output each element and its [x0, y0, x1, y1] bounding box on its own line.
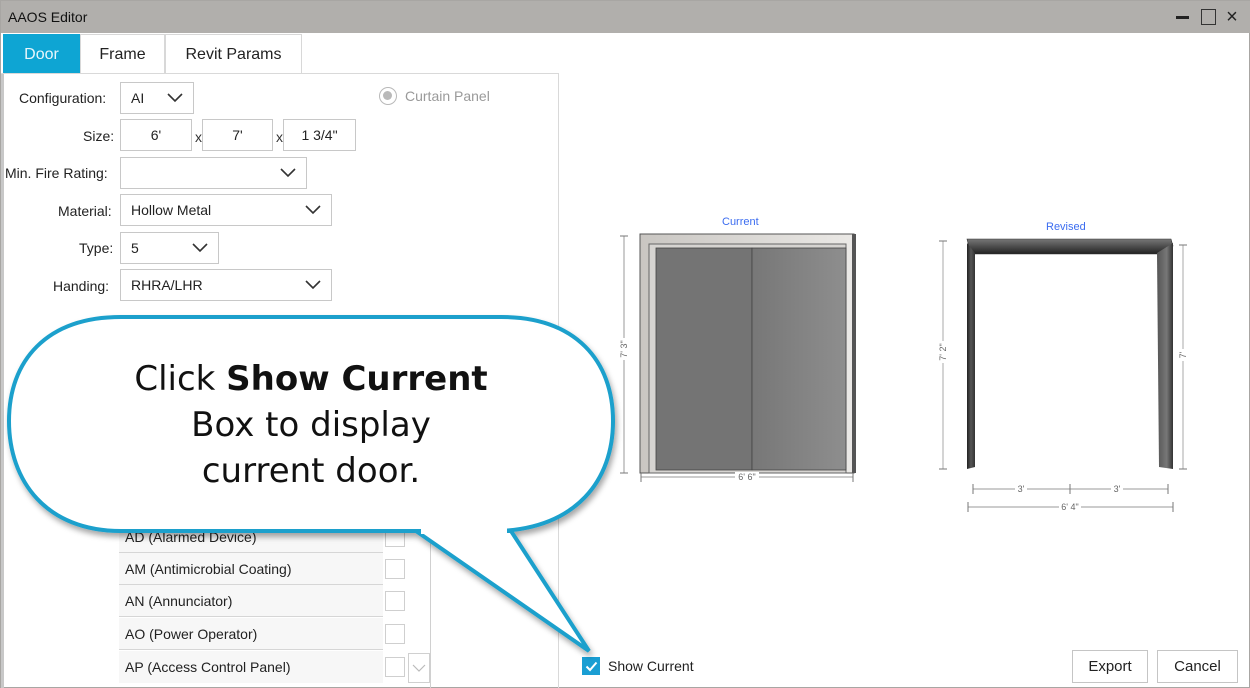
chevron-down-icon — [305, 205, 321, 215]
current-door-drawing: 7' 3" 6' 6" — [619, 233, 856, 482]
min-fire-rating-label: Min. Fire Rating: — [5, 165, 108, 181]
revised-frame-head — [966, 238, 1174, 255]
configuration-label: Configuration: — [19, 90, 107, 106]
callout-text: Click Show Current Box to display curren… — [41, 356, 581, 494]
callout-line-2: Box to display — [191, 405, 431, 445]
chevron-down-icon — [305, 280, 321, 290]
configuration-dropdown[interactable]: AI — [120, 82, 194, 114]
type-value: 5 — [131, 240, 139, 256]
size-label: Size: — [83, 128, 115, 144]
curtain-panel-radio[interactable]: Curtain Panel — [379, 87, 490, 105]
min-fire-rating-dropdown[interactable] — [120, 157, 307, 189]
revised-frame-jamb-left — [967, 243, 975, 469]
current-door-leaf-right — [751, 247, 847, 471]
size-height-input[interactable]: 7' — [202, 119, 273, 151]
callout-line-1: Click Show Current — [41, 356, 581, 402]
handing-value: RHRA/LHR — [131, 277, 203, 293]
material-label: Material: — [58, 203, 112, 219]
cancel-button[interactable]: Cancel — [1157, 650, 1238, 683]
export-button[interactable]: Export — [1072, 650, 1148, 683]
size-separator: x — [195, 129, 202, 145]
revised-leaf-width-dimension: 3' — [1114, 484, 1121, 494]
tab-revit-params[interactable]: Revit Params — [165, 34, 302, 73]
maximize-icon[interactable] — [1198, 7, 1218, 27]
material-value: Hollow Metal — [131, 202, 212, 218]
revised-frame-jamb-right — [1157, 243, 1173, 469]
handing-label: Handing: — [53, 278, 110, 294]
callout-line-3: current door. — [201, 451, 421, 491]
callout-prefix: Click — [134, 359, 227, 399]
revised-frame-drawing: 7' 2" 7' 3' 3' 6' 4" — [938, 238, 1188, 512]
chevron-down-icon — [167, 93, 183, 103]
tab-frame[interactable]: Frame — [80, 34, 165, 73]
current-door-leaf-left — [655, 247, 753, 471]
material-dropdown[interactable]: Hollow Metal — [120, 194, 332, 226]
revised-outer-height-dimension: 7' 2" — [938, 343, 948, 360]
handing-dropdown[interactable]: RHRA/LHR — [120, 269, 332, 301]
list-item-label: AP (Access Control Panel) — [125, 659, 291, 675]
tab-bar: Door Frame Revit Params — [3, 34, 302, 73]
aaos-editor-window: AAOS Editor × Door Frame Revit Params Co… — [0, 0, 1250, 688]
type-dropdown[interactable]: 5 — [120, 232, 219, 264]
revised-leaf-width-dimension: 3' — [1018, 484, 1025, 494]
window-title: AAOS Editor — [8, 9, 88, 25]
curtain-panel-label: Curtain Panel — [405, 88, 490, 104]
size-thickness-input[interactable]: 1 3/4" — [283, 119, 356, 151]
type-label: Type: — [79, 240, 114, 256]
configuration-value: AI — [131, 90, 145, 106]
revised-width-dimension: 6' 4" — [1061, 502, 1078, 512]
radio-icon — [379, 87, 397, 105]
current-width-dimension: 6' 6" — [738, 472, 755, 482]
chevron-down-icon — [280, 168, 296, 178]
minimize-icon[interactable] — [1173, 7, 1193, 27]
tab-door[interactable]: Door — [3, 34, 80, 73]
callout-bold-text: Show Current — [226, 359, 488, 399]
chevron-down-icon — [192, 243, 208, 253]
size-width-input[interactable]: 6' — [120, 119, 192, 151]
revised-inner-height-dimension: 7' — [1178, 351, 1188, 358]
close-icon[interactable]: × — [1222, 7, 1242, 27]
title-bar[interactable]: AAOS Editor × — [1, 1, 1250, 33]
size-separator: x — [276, 129, 283, 145]
